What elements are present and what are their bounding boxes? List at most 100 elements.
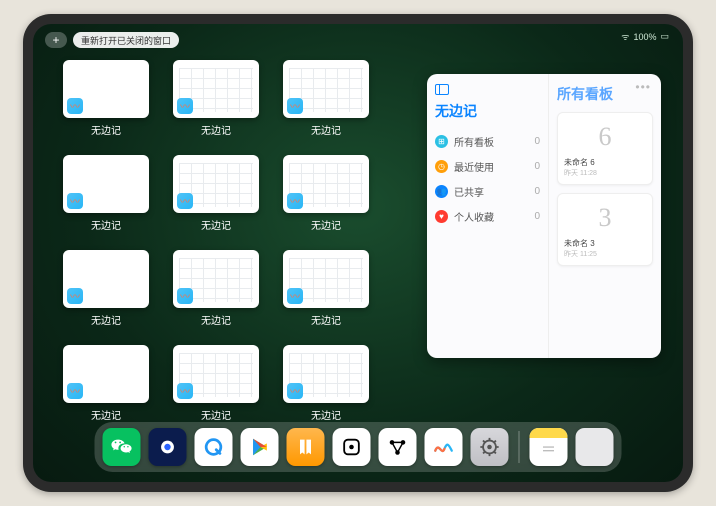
thumb-preview	[283, 345, 369, 403]
window-thumb[interactable]: 无边记	[63, 250, 149, 327]
category-label: 个人收藏	[454, 209, 494, 224]
thumb-preview	[63, 155, 149, 213]
thumb-label: 无边记	[201, 217, 231, 232]
category-icon: ⊞	[435, 135, 448, 148]
thumb-preview	[173, 155, 259, 213]
thumb-preview	[173, 60, 259, 118]
category-item[interactable]: ⊞ 所有看板 0	[435, 129, 540, 154]
category-count: 0	[534, 136, 540, 147]
category-item[interactable]: ♥ 个人收藏 0	[435, 204, 540, 229]
dock	[95, 422, 622, 472]
thumb-label: 无边记	[311, 217, 341, 232]
thumb-preview	[283, 250, 369, 308]
thumb-preview	[283, 155, 369, 213]
dock-app-books[interactable]	[287, 428, 325, 466]
category-label: 最近使用	[454, 159, 494, 174]
category-count: 0	[534, 186, 540, 197]
battery-text: 100%	[633, 32, 656, 42]
category-icon: ◷	[435, 160, 448, 173]
wifi-icon: ᯤ	[621, 30, 629, 43]
top-bar: + 重新打开已关闭的窗口	[45, 32, 179, 48]
dock-separator	[519, 431, 520, 463]
panel-head	[435, 84, 540, 95]
dock-app-settings[interactable]	[471, 428, 509, 466]
window-thumb[interactable]: 无边记	[283, 60, 369, 137]
board-card[interactable]: 6未命名 6昨天 11:28	[557, 112, 653, 185]
window-thumb[interactable]: 无边记	[283, 155, 369, 232]
panel-left: 无边记 ⊞所有看板0◷最近使用0👥已共享0♥个人收藏0	[427, 74, 549, 358]
thumb-preview	[63, 345, 149, 403]
window-thumb[interactable]: 无边记	[63, 60, 149, 137]
sidebar-panel: 无边记 ⊞所有看板0◷最近使用0👥已共享0♥个人收藏0 ••• 所有看板 6未命…	[427, 74, 661, 358]
thumb-label: 无边记	[91, 217, 121, 232]
freeform-app-icon	[287, 98, 303, 114]
new-window-button[interactable]: +	[45, 32, 67, 48]
board-sketch: 6	[564, 117, 646, 157]
freeform-app-icon	[67, 98, 83, 114]
battery-icon: ▭	[660, 31, 669, 42]
thumb-preview	[283, 60, 369, 118]
thumb-label: 无边记	[91, 122, 121, 137]
window-thumb[interactable]: 无边记	[63, 155, 149, 232]
window-thumb[interactable]: 无边记	[173, 345, 259, 422]
freeform-app-icon	[287, 288, 303, 304]
freeform-app-icon	[67, 288, 83, 304]
sidebar-toggle-icon[interactable]	[435, 84, 449, 95]
category-label: 所有看板	[454, 134, 494, 149]
thumb-preview	[63, 250, 149, 308]
freeform-app-icon	[177, 98, 193, 114]
board-subtitle: 昨天 11:28	[564, 168, 646, 178]
dock-app-play[interactable]	[241, 428, 279, 466]
window-grid: 无边记无边记无边记无边记无边记无边记无边记无边记无边记无边记无边记无边记	[63, 60, 443, 422]
dock-app-app-library[interactable]	[576, 428, 614, 466]
board-sketch: 3	[564, 198, 646, 238]
freeform-app-icon	[67, 193, 83, 209]
category-count: 0	[534, 211, 540, 222]
thumb-label: 无边记	[201, 312, 231, 327]
panel-right: ••• 所有看板 6未命名 6昨天 11:283未命名 3昨天 11:25	[549, 74, 661, 358]
dock-app-wechat[interactable]	[103, 428, 141, 466]
reopen-closed-window-button[interactable]: 重新打开已关闭的窗口	[73, 32, 179, 48]
thumb-preview	[173, 345, 259, 403]
thumb-preview	[63, 60, 149, 118]
dock-app-notes[interactable]	[530, 428, 568, 466]
freeform-app-icon	[177, 383, 193, 399]
status-bar: ᯤ 100% ▭	[621, 30, 669, 43]
board-title: 未命名 3	[564, 238, 646, 249]
category-item[interactable]: ◷ 最近使用 0	[435, 154, 540, 179]
more-icon[interactable]: •••	[635, 80, 651, 94]
board-title: 未命名 6	[564, 157, 646, 168]
category-item[interactable]: 👥已共享0	[435, 179, 540, 204]
window-thumb[interactable]: 无边记	[63, 345, 149, 422]
dock-app-quark[interactable]	[149, 428, 187, 466]
dock-app-connect[interactable]	[379, 428, 417, 466]
window-thumb[interactable]: 无边记	[283, 345, 369, 422]
thumb-preview	[173, 250, 259, 308]
window-thumb[interactable]: 无边记	[283, 250, 369, 327]
thumb-label: 无边记	[91, 407, 121, 422]
freeform-app-icon	[67, 383, 83, 399]
category-count: 0	[534, 161, 540, 172]
window-thumb[interactable]: 无边记	[173, 155, 259, 232]
freeform-app-icon	[287, 193, 303, 209]
screen: ᯤ 100% ▭ + 重新打开已关闭的窗口 无边记无边记无边记无边记无边记无边记…	[33, 24, 683, 482]
thumb-label: 无边记	[311, 312, 341, 327]
thumb-label: 无边记	[201, 122, 231, 137]
panel-left-title: 无边记	[435, 101, 540, 121]
dock-app-freeform[interactable]	[425, 428, 463, 466]
freeform-app-icon	[177, 288, 193, 304]
thumb-label: 无边记	[91, 312, 121, 327]
board-card[interactable]: 3未命名 3昨天 11:25	[557, 193, 653, 266]
window-thumb[interactable]: 无边记	[173, 60, 259, 137]
category-icon: ♥	[435, 210, 448, 223]
window-thumb[interactable]: 无边记	[173, 250, 259, 327]
category-icon: 👥	[435, 185, 448, 198]
dock-app-dice[interactable]	[333, 428, 371, 466]
dock-app-qqbrowser[interactable]	[195, 428, 233, 466]
thumb-label: 无边记	[201, 407, 231, 422]
thumb-label: 无边记	[311, 122, 341, 137]
thumb-label: 无边记	[311, 407, 341, 422]
freeform-app-icon	[287, 383, 303, 399]
freeform-app-icon	[177, 193, 193, 209]
board-subtitle: 昨天 11:25	[564, 249, 646, 259]
